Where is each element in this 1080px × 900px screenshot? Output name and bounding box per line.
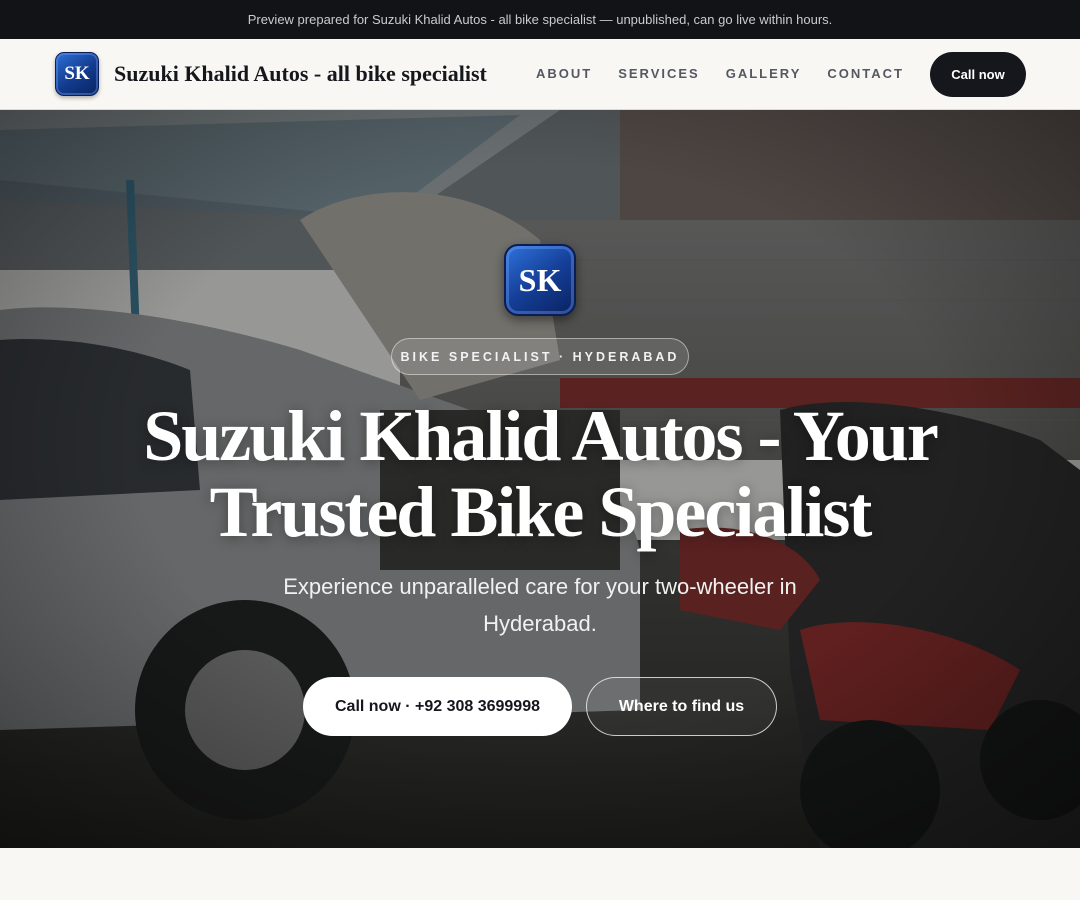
- call-now-button[interactable]: Call now: [930, 52, 1026, 97]
- brand-name[interactable]: Suzuki Khalid Autos - all bike specialis…: [114, 61, 487, 87]
- hero-logo-initials: SK: [518, 261, 562, 298]
- logo-icon[interactable]: SK: [55, 52, 99, 96]
- hero-logo-icon: SK: [504, 244, 576, 316]
- logo-initials: SK: [64, 63, 90, 84]
- nav-item-about[interactable]: ABOUT: [536, 66, 592, 81]
- location-badge: BIKE SPECIALIST · HYDERABAD: [391, 338, 689, 375]
- preview-notice-bar: Preview prepared for Suzuki Khalid Autos…: [0, 0, 1080, 39]
- site-header: SK Suzuki Khalid Autos - all bike specia…: [0, 39, 1080, 110]
- preview-notice-text: Preview prepared for Suzuki Khalid Autos…: [247, 12, 833, 27]
- nav-item-services[interactable]: SERVICES: [618, 66, 700, 81]
- hero-section: SK BIKE SPECIALIST · HYDERABAD Suzuki Kh…: [0, 110, 1080, 848]
- main-nav: ABOUT SERVICES GALLERY CONTACT: [536, 66, 930, 81]
- nav-item-gallery[interactable]: GALLERY: [726, 66, 802, 81]
- nav-item-contact[interactable]: CONTACT: [827, 66, 904, 81]
- hero-headline: Suzuki Khalid Autos - Your Trusted Bike …: [143, 396, 939, 552]
- call-phone-button[interactable]: Call now · +92 308 3699998: [303, 677, 572, 736]
- hero-subtext: Experience unparalleled care for your tw…: [283, 574, 797, 636]
- find-us-button[interactable]: Where to find us: [586, 677, 777, 736]
